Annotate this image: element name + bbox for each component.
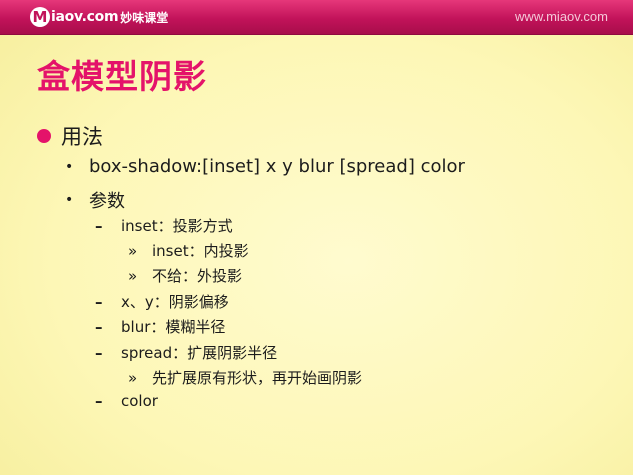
spread-desc-text: 先扩展原有形状，再开始画阴影 <box>152 369 363 387</box>
inset-inner-text: inset：内投影 <box>152 242 249 260</box>
list-item-blur: – blur：模糊半径 <box>95 316 225 337</box>
list-item-spread-desc: » 先扩展原有形状，再开始画阴影 <box>128 367 362 388</box>
dash-bullet-icon: – <box>95 292 103 311</box>
list-item-xy: – x、y：阴影偏移 <box>95 291 229 312</box>
dash-bullet-icon: – <box>95 392 103 410</box>
list-item-syntax: • box-shadow:[inset] x y blur [spread] c… <box>65 156 465 177</box>
site-url: www.miaov.com <box>515 9 608 24</box>
xy-text: x、y：阴影偏移 <box>121 293 229 311</box>
dash-bullet-icon: – <box>95 216 103 235</box>
dash-bullet-icon: – <box>95 343 103 362</box>
slide: M iaov.com 妙味课堂 www.miaov.com 盒模型阴影 用法 •… <box>0 0 633 475</box>
list-item-spread: – spread：扩展阴影半径 <box>95 342 277 363</box>
header-bar: M iaov.com 妙味课堂 www.miaov.com <box>0 0 633 35</box>
list-item-inset-none: » 不给：外投影 <box>128 265 242 286</box>
color-text: color <box>121 392 158 410</box>
params-text: 参数 <box>89 191 125 212</box>
list-item-inset-inner: » inset：内投影 <box>128 240 249 261</box>
blur-text: blur：模糊半径 <box>121 318 226 336</box>
inset-none-text: 不给：外投影 <box>152 267 243 285</box>
section-label: 用法 <box>61 125 103 149</box>
slide-title: 盒模型阴影 <box>37 57 207 96</box>
brand-mark-icon: M <box>30 7 50 27</box>
brand-cn: 妙味课堂 <box>120 10 169 25</box>
inset-text: inset：投影方式 <box>121 217 233 235</box>
dash-bullet-icon: – <box>95 317 103 336</box>
section-usage: 用法 <box>37 121 103 151</box>
brand-logo: M iaov.com 妙味课堂 <box>30 5 168 29</box>
chevron-bullet-icon: » <box>128 241 138 260</box>
list-item-inset: – inset：投影方式 <box>95 215 233 236</box>
list-item-color: – color <box>95 392 158 410</box>
brand-text: iaov.com <box>51 9 119 25</box>
bullet-dot-icon <box>37 129 51 143</box>
bullet-icon: • <box>65 192 74 208</box>
list-item-params: • 参数 <box>65 187 125 213</box>
spread-text: spread：扩展阴影半径 <box>121 344 278 362</box>
chevron-bullet-icon: » <box>128 368 138 387</box>
bullet-icon: • <box>65 158 74 175</box>
chevron-bullet-icon: » <box>128 266 138 285</box>
syntax-text: box-shadow:[inset] x y blur [spread] col… <box>89 156 465 177</box>
